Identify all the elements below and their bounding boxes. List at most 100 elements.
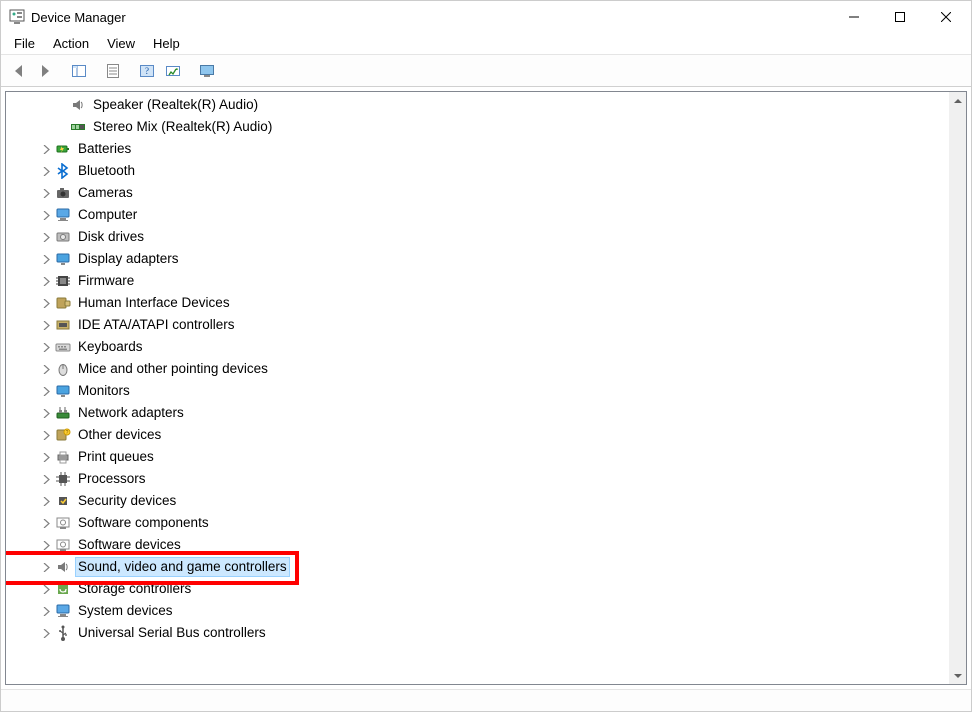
device-tree[interactable]: Speaker (Realtek(R) Audio)Stereo Mix (Re… [6,92,949,684]
tree-item-sound[interactable]: Sound, video and game controllers [6,556,949,578]
menu-view[interactable]: View [98,34,144,53]
expander-icon[interactable] [40,517,52,529]
nav-back-button[interactable] [7,59,31,83]
printq-icon [55,449,71,465]
expander-icon[interactable] [40,297,52,309]
tree-item-security[interactable]: Security devices [6,490,949,512]
show-hide-tree-button[interactable] [67,59,91,83]
mice-icon [55,361,71,377]
firmware-icon [55,273,71,289]
titlebar: Device Manager [1,1,971,33]
tree-item-mice[interactable]: Mice and other pointing devices [6,358,949,380]
expander-icon[interactable] [40,165,52,177]
expander-icon[interactable] [40,363,52,375]
tree-item-network[interactable]: Network adapters [6,402,949,424]
help-button[interactable]: ? [135,59,159,83]
close-button[interactable] [923,2,969,32]
expander-icon[interactable] [40,187,52,199]
scroll-down-button[interactable] [949,667,966,684]
security-icon [55,493,71,509]
tree-item-display[interactable]: Display adapters [6,248,949,270]
tree-item-cameras[interactable]: Cameras [6,182,949,204]
swcomp-icon [55,515,71,531]
sound-icon [55,559,71,575]
maximize-button[interactable] [877,2,923,32]
tree-item-label: Display adapters [75,249,182,269]
tree-item-label: Other devices [75,425,164,445]
scan-hardware-button[interactable] [161,59,185,83]
menu-file[interactable]: File [5,34,44,53]
tree-item-firmware[interactable]: Firmware [6,270,949,292]
monitor-button[interactable] [195,59,219,83]
tree-item-systemdev[interactable]: System devices [6,600,949,622]
expander-icon[interactable] [40,451,52,463]
nav-forward-button[interactable] [33,59,57,83]
tree-item-monitors[interactable]: Monitors [6,380,949,402]
hid-icon [55,295,71,311]
scroll-up-button[interactable] [949,92,966,109]
expander-icon[interactable] [40,319,52,331]
swdev-icon [55,537,71,553]
expander-icon[interactable] [40,253,52,265]
batteries-icon [55,141,71,157]
tree-item-hid[interactable]: Human Interface Devices [6,292,949,314]
expander-icon[interactable] [40,429,52,441]
cameras-icon [55,185,71,201]
storage-icon [55,581,71,597]
diskdrives-icon [55,229,71,245]
vertical-scrollbar[interactable] [949,92,966,684]
expander-icon[interactable] [40,275,52,287]
expander-icon[interactable] [40,473,52,485]
minimize-button[interactable] [831,2,877,32]
expander-icon[interactable] [40,539,52,551]
network-icon [55,405,71,421]
tree-item-swcomp[interactable]: Software components [6,512,949,534]
tree-item-label: Software components [75,513,212,533]
tree-item-other[interactable]: ?Other devices [6,424,949,446]
expander-icon[interactable] [40,561,52,573]
tree-item-label: Cameras [75,183,136,203]
tree-item-storage[interactable]: Storage controllers [6,578,949,600]
menu-action[interactable]: Action [44,34,98,53]
tree-item-usb[interactable]: Universal Serial Bus controllers [6,622,949,644]
properties-button[interactable] [101,59,125,83]
tree-item-keyboards[interactable]: Keyboards [6,336,949,358]
menubar: File Action View Help [1,33,971,55]
systemdev-icon [55,603,71,619]
expander-icon[interactable] [40,627,52,639]
expander-icon[interactable] [40,341,52,353]
expander-icon[interactable] [40,495,52,507]
tree-item-label: Print queues [75,447,157,467]
tree-item-label: Processors [75,469,149,489]
tree-item-label: Keyboards [75,337,146,357]
tree-item-label: Stereo Mix (Realtek(R) Audio) [90,117,275,137]
expander-icon[interactable] [40,143,52,155]
menu-help[interactable]: Help [144,34,189,53]
computer-icon [55,207,71,223]
window-title: Device Manager [31,10,126,25]
expander-icon[interactable] [40,583,52,595]
tree-item-bluetooth[interactable]: Bluetooth [6,160,949,182]
expander-icon[interactable] [40,231,52,243]
expander-icon[interactable] [40,605,52,617]
tree-item-label: Firmware [75,271,137,291]
tree-item-diskdrives[interactable]: Disk drives [6,226,949,248]
tree-item-printq[interactable]: Print queues [6,446,949,468]
expander-icon[interactable] [40,407,52,419]
speaker-icon [70,97,86,113]
tree-item-label: Security devices [75,491,179,511]
tree-item-processors[interactable]: Processors [6,468,949,490]
tree-item-ide[interactable]: IDE ATA/ATAPI controllers [6,314,949,336]
tree-item-stereomix[interactable]: Stereo Mix (Realtek(R) Audio) [6,116,949,138]
tree-item-label: Sound, video and game controllers [75,557,290,577]
tree-item-swdev[interactable]: Software devices [6,534,949,556]
tree-item-batteries[interactable]: Batteries [6,138,949,160]
tree-item-label: Monitors [75,381,133,401]
tree-item-speaker[interactable]: Speaker (Realtek(R) Audio) [6,94,949,116]
expander-icon[interactable] [40,209,52,221]
tree-item-label: Human Interface Devices [75,293,233,313]
tree-item-computer[interactable]: Computer [6,204,949,226]
app-icon [9,9,25,25]
expander-icon[interactable] [40,385,52,397]
bluetooth-icon [55,163,71,179]
